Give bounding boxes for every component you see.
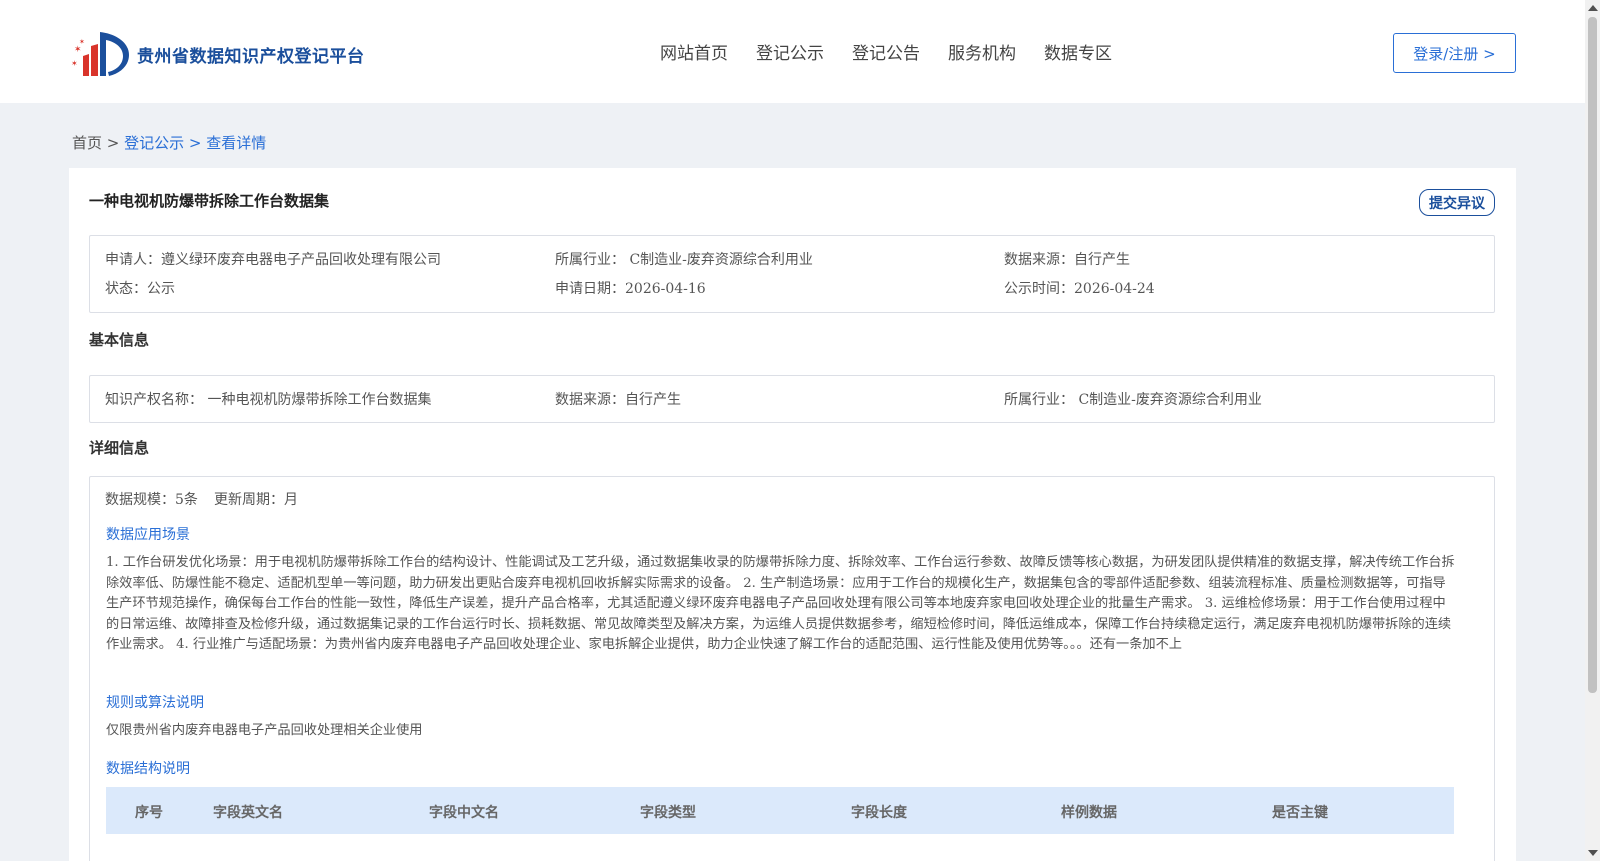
nav-home[interactable]: 网站首页: [660, 39, 728, 64]
breadcrumb-current: 查看详情: [206, 134, 267, 152]
basic-info-panel: 知识产权名称： 一种电视机防爆带拆除工作台数据集 数据来源：自行产生 所属行业：…: [89, 375, 1495, 423]
col-length: 字段长度: [851, 805, 907, 821]
basic-info-heading: 基本信息: [89, 331, 150, 349]
scenario-heading: 数据应用场景: [106, 527, 190, 543]
col-cn-name: 字段中文名: [429, 805, 499, 821]
basic-source-field: 数据来源：自行产生: [555, 392, 681, 408]
platform-logo-icon[interactable]: ✶ ✶ ✶: [71, 26, 131, 78]
structure-heading: 数据结构说明: [106, 761, 190, 777]
ip-name-field: 知识产权名称： 一种电视机防爆带拆除工作台数据集: [105, 392, 432, 408]
page-scrollbar[interactable]: [1585, 0, 1600, 861]
col-sample: 样例数据: [1061, 805, 1117, 821]
scroll-up-icon[interactable]: [1588, 5, 1598, 11]
svg-text:✶: ✶: [71, 59, 78, 68]
basic-industry-field: 所属行业： C制造业-废弃资源综合利用业: [1004, 392, 1262, 408]
detail-info-panel: 数据规模：5条 更新周期：月 数据应用场景 1. 工作台研发优化场景：用于电视机…: [89, 476, 1495, 861]
scroll-down-icon[interactable]: [1588, 850, 1598, 856]
publish-date-field: 公示时间：2026-04-24: [1004, 281, 1155, 297]
detail-info-heading: 详细信息: [89, 439, 150, 457]
site-header: ✶ ✶ ✶ 贵州省数据知识产权登记平台 网站首页 登记公示 登记公告 服务机构 …: [0, 0, 1585, 103]
platform-name: 贵州省数据知识产权登记平台: [137, 47, 365, 67]
svg-text:✶: ✶: [79, 38, 85, 46]
submit-objection-button[interactable]: 提交异议: [1419, 189, 1495, 216]
data-scale-field: 数据规模：5条: [105, 492, 198, 508]
industry-field: 所属行业： C制造业-废弃资源综合利用业: [555, 252, 813, 268]
col-primary-key: 是否主键: [1272, 805, 1328, 821]
apply-date-field: 申请日期：2026-04-16: [555, 281, 706, 297]
breadcrumb: 首页 > 登记公示 > 查看详情: [72, 132, 266, 153]
nav-service-agencies[interactable]: 服务机构: [948, 39, 1016, 64]
nav-registration-notice[interactable]: 登记公告: [852, 39, 920, 64]
applicant-field: 申请人：遵义绿环废弃电器电子产品回收处理有限公司: [105, 252, 441, 268]
rule-text: 仅限贵州省内废弃电器电子产品回收处理相关企业使用: [106, 723, 423, 738]
svg-text:✶: ✶: [74, 45, 82, 55]
scenario-text: 1. 工作台研发优化场景：用于电视机防爆带拆除工作台的结构设计、性能调试及工艺升…: [106, 555, 1455, 653]
nav-data-zone[interactable]: 数据专区: [1044, 39, 1112, 64]
update-cycle-field: 更新周期：月: [214, 492, 298, 508]
detail-card: 一种电视机防爆带拆除工作台数据集 提交异议 申请人：遵义绿环废弃电器电子产品回收…: [69, 168, 1516, 861]
summary-panel: 申请人：遵义绿环废弃电器电子产品回收处理有限公司 所属行业： C制造业-废弃资源…: [89, 235, 1495, 313]
source-field: 数据来源：自行产生: [1004, 252, 1130, 268]
col-index: 序号: [135, 805, 163, 821]
login-register-button[interactable]: 登录/注册 >: [1393, 33, 1516, 73]
scroll-thumb[interactable]: [1588, 17, 1597, 693]
rule-heading: 规则或算法说明: [106, 695, 204, 711]
nav-registration-public[interactable]: 登记公示: [756, 39, 824, 64]
col-type: 字段类型: [640, 805, 696, 821]
col-en-name: 字段英文名: [213, 805, 283, 821]
main-nav: 网站首页 登记公示 登记公告 服务机构 数据专区: [660, 39, 1140, 64]
breadcrumb-section[interactable]: 登记公示 >: [124, 134, 201, 152]
breadcrumb-home[interactable]: 首页 >: [72, 134, 119, 152]
structure-table-header: 序号 字段英文名 字段中文名 字段类型 字段长度 样例数据 是否主键: [106, 787, 1454, 834]
status-field: 状态：公示: [105, 281, 175, 297]
dataset-title: 一种电视机防爆带拆除工作台数据集: [89, 192, 330, 210]
